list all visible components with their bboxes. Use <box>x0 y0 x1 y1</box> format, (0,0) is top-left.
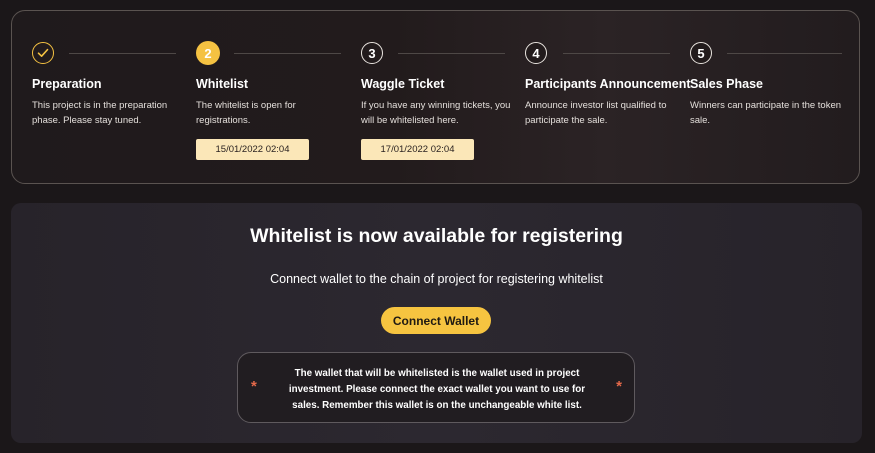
step-connector-line <box>398 53 505 54</box>
connect-wallet-button[interactable]: Connect Wallet <box>381 307 491 334</box>
page-title: Whitelist is now available for registeri… <box>250 225 623 247</box>
step-title: Participants Announcement <box>525 77 691 91</box>
step-title: Whitelist <box>196 77 249 91</box>
step-description: Announce investor list qualified to part… <box>525 100 667 126</box>
step-description: If you have any winning tickets, you wil… <box>361 100 511 126</box>
wallet-notice-box: * The wallet that will be whitelisted is… <box>237 352 635 423</box>
step-description: Winners can participate in the token sal… <box>690 100 842 126</box>
step-title: Waggle Ticket <box>361 77 445 91</box>
asterisk-icon: * <box>251 378 257 395</box>
step-date-badge: 17/01/2022 02:04 <box>361 139 474 160</box>
step-connector-line <box>727 53 842 54</box>
step-connector-line <box>69 53 176 54</box>
step-number-badge: 4 <box>525 42 547 64</box>
step-title: Sales Phase <box>690 77 763 91</box>
step-connector-line <box>563 53 670 54</box>
step-description: The whitelist is open for registrations. <box>196 100 296 126</box>
step-number-badge: 5 <box>690 42 712 64</box>
check-icon <box>32 42 54 64</box>
step-title: Preparation <box>32 77 102 91</box>
wallet-notice-text: The wallet that will be whitelisted is t… <box>288 368 586 411</box>
step-description: This project is in the preparation phase… <box>32 100 168 126</box>
step-date-badge: 15/01/2022 02:04 <box>196 139 309 160</box>
asterisk-icon: * <box>616 378 622 395</box>
step-connector-line <box>234 53 341 54</box>
step-number-badge: 2 <box>196 41 220 65</box>
step-number-badge: 3 <box>361 42 383 64</box>
registration-instructions: Connect wallet to the chain of project f… <box>270 272 603 286</box>
whitelist-registration-panel: Whitelist is now available for registeri… <box>11 203 862 443</box>
progress-steps-panel: Preparation This project is in the prepa… <box>11 10 860 184</box>
